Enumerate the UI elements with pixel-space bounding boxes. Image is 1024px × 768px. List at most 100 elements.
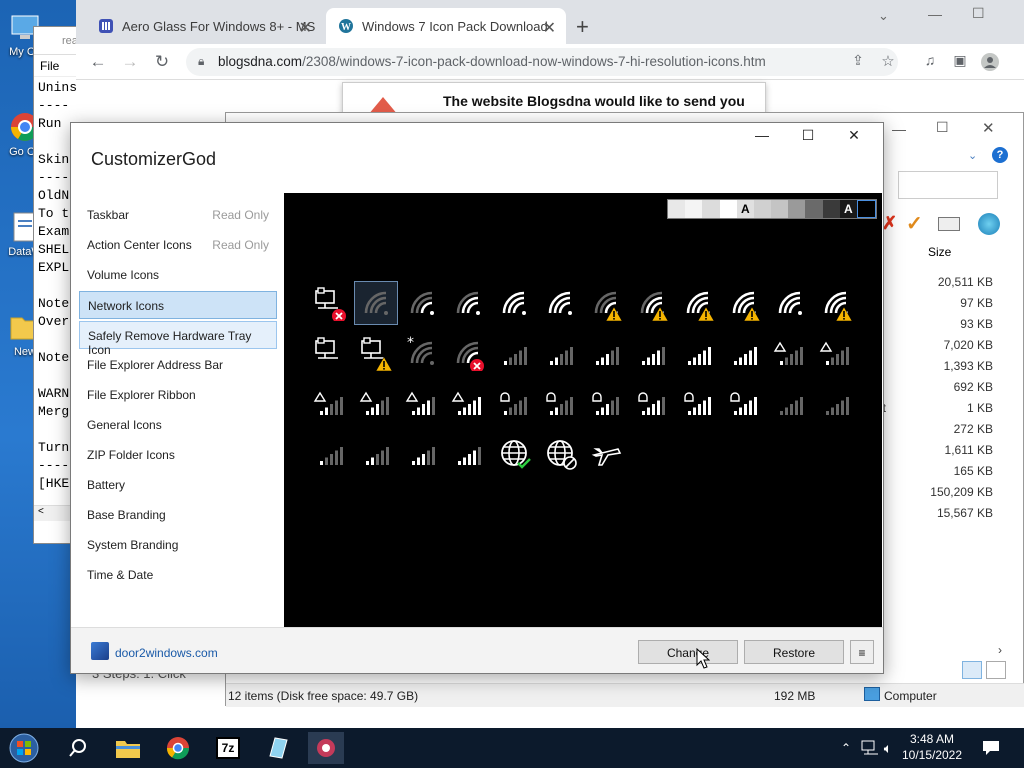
sidebar-item-volume-icons[interactable]: Volume Icons — [79, 261, 277, 289]
network-icon-slot[interactable] — [492, 281, 536, 325]
network-icon-slot[interactable] — [492, 381, 536, 425]
color-swatch[interactable] — [771, 200, 789, 218]
door2windows-link[interactable]: door2windows.com — [115, 646, 218, 660]
forward-icon[interactable]: → — [120, 52, 140, 72]
close-tab-icon[interactable]: ✕ — [299, 18, 312, 38]
notifications-icon[interactable] — [978, 732, 1004, 764]
sidebar-item-safely-remove-hardware-tray-icon[interactable]: Safely Remove Hardware Tray Icon — [79, 321, 277, 357]
bookmark-star-icon[interactable]: ☆ — [878, 52, 898, 70]
minimize-icon[interactable]: — — [928, 6, 942, 22]
network-icon-slot[interactable] — [492, 331, 536, 375]
color-swatch[interactable] — [753, 200, 772, 218]
network-icon-slot[interactable] — [630, 281, 674, 325]
help-icon[interactable]: ? — [992, 147, 1008, 163]
network-icon-slot[interactable] — [308, 331, 352, 375]
size-column-header[interactable]: Size — [928, 245, 951, 259]
network-icon-slot[interactable] — [630, 381, 674, 425]
system-clock[interactable]: 3:48 AM 10/15/2022 — [894, 731, 970, 763]
menu-button[interactable]: ≡ — [850, 640, 874, 664]
change-button[interactable]: Change — [638, 640, 738, 664]
start-button[interactable] — [8, 732, 40, 764]
network-icon-slot[interactable] — [492, 431, 536, 475]
share-icon[interactable]: ⇪ — [848, 52, 868, 69]
network-icon-slot[interactable] — [722, 381, 766, 425]
network-icon-slot[interactable] — [584, 431, 628, 475]
profile-icon[interactable] — [980, 52, 1000, 72]
network-icon-slot[interactable] — [630, 331, 674, 375]
sidebar-item-zip-folder-icons[interactable]: ZIP Folder Icons — [79, 441, 277, 469]
network-icon-slot[interactable] — [446, 381, 490, 425]
network-icon-slot[interactable] — [308, 381, 352, 425]
media-icon[interactable]: ♫ — [920, 52, 940, 68]
minimize-icon[interactable]: — — [892, 121, 906, 137]
network-icon-slot[interactable] — [538, 431, 582, 475]
network-icon-slot[interactable] — [676, 331, 720, 375]
network-icon-slot[interactable] — [354, 381, 398, 425]
sidebar-item-battery[interactable]: Battery — [79, 471, 277, 499]
search-field[interactable] — [898, 171, 998, 199]
network-icon-slot[interactable]: * — [400, 331, 444, 375]
tab-windows7-icon-pack[interactable]: W Windows 7 Icon Pack Download ✕ — [326, 8, 566, 44]
close-tab-icon[interactable]: ✕ — [543, 18, 556, 38]
maximize-button[interactable]: ☐ — [785, 127, 831, 149]
network-icon-slot[interactable] — [400, 281, 444, 325]
sidebar-item-system-branding[interactable]: System Branding — [79, 531, 277, 559]
network-icon-slot[interactable] — [538, 331, 582, 375]
sidebar-item-time-date[interactable]: Time & Date — [79, 561, 277, 589]
network-icon-slot[interactable] — [538, 381, 582, 425]
tab-aero-glass[interactable]: Aero Glass For Windows 8+ - MS ✕ — [86, 8, 322, 44]
sidebar-item-taskbar[interactable]: Taskbar Read Only — [79, 201, 277, 229]
restore-button[interactable]: Restore — [744, 640, 844, 664]
color-swatch[interactable] — [719, 200, 737, 218]
chrome-icon[interactable] — [162, 732, 194, 764]
background-color-picker[interactable]: AA — [667, 199, 877, 219]
color-swatch[interactable] — [805, 200, 823, 218]
network-icon-slot[interactable] — [354, 281, 398, 325]
large-icons-view-icon[interactable] — [986, 661, 1006, 679]
maximize-icon[interactable]: ☐ — [936, 119, 949, 136]
network-icon-slot[interactable] — [308, 281, 352, 325]
color-swatch[interactable]: A — [736, 200, 754, 218]
globe-icon[interactable] — [978, 213, 1000, 235]
file-explorer-icon[interactable] — [112, 732, 144, 764]
color-swatch[interactable] — [685, 200, 703, 218]
sidebar-item-network-icons[interactable]: Network Icons — [79, 291, 277, 319]
network-icon-slot[interactable] — [400, 381, 444, 425]
sidebar-item-action-center-icons[interactable]: Action Center Icons Read Only — [79, 231, 277, 259]
network-icon-slot[interactable] — [768, 331, 812, 375]
sidebar-item-file-explorer-ribbon[interactable]: File Explorer Ribbon — [79, 381, 277, 409]
color-swatch[interactable] — [788, 200, 806, 218]
maximize-icon[interactable]: ☐ — [972, 5, 985, 22]
network-icon-slot[interactable] — [768, 381, 812, 425]
network-icon-slot[interactable] — [768, 281, 812, 325]
network-icon-slot[interactable] — [446, 281, 490, 325]
close-button[interactable]: ✕ — [831, 127, 877, 149]
network-icon-slot[interactable] — [354, 431, 398, 475]
aero-glass-icon[interactable] — [262, 732, 294, 764]
network-icon-slot[interactable] — [584, 331, 628, 375]
network-icon-slot[interactable] — [584, 281, 628, 325]
network-icon-slot[interactable] — [814, 331, 858, 375]
tab-search-icon[interactable]: ⌄ — [878, 8, 889, 24]
check-icon[interactable]: ✓ — [906, 211, 923, 236]
new-tab-button[interactable]: + — [576, 14, 589, 40]
network-icon-slot[interactable] — [814, 281, 858, 325]
details-view-icon[interactable] — [962, 661, 982, 679]
color-swatch[interactable] — [702, 200, 720, 218]
network-icon-slot[interactable] — [584, 381, 628, 425]
search-icon[interactable] — [62, 732, 94, 764]
network-icon-slot[interactable] — [308, 431, 352, 475]
network-icon-slot[interactable] — [354, 331, 398, 375]
network-icon-slot[interactable] — [722, 281, 766, 325]
scroll-right-icon[interactable]: › — [998, 643, 1002, 657]
sidebar-item-file-explorer-address-bar[interactable]: File Explorer Address Bar — [79, 351, 277, 379]
back-icon[interactable]: ← — [88, 52, 108, 72]
color-swatch[interactable] — [822, 200, 840, 218]
reload-icon[interactable]: ↻ — [152, 52, 172, 72]
show-hidden-icons-icon[interactable]: ⌃ — [838, 732, 854, 764]
network-icon-slot[interactable] — [676, 381, 720, 425]
delete-icon[interactable]: ✗ — [882, 213, 897, 234]
close-icon[interactable]: ✕ — [982, 119, 995, 137]
network-icon-slot[interactable] — [814, 381, 858, 425]
color-swatch[interactable] — [856, 200, 877, 218]
